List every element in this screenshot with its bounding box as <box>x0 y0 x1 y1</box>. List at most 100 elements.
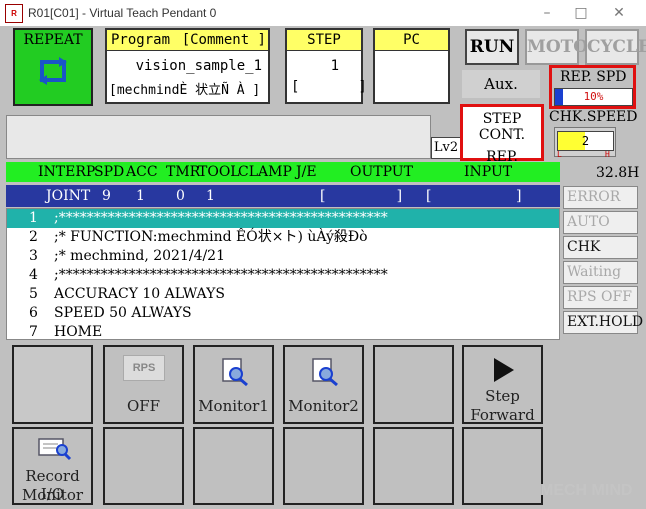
line-number: 7 <box>29 324 38 340</box>
program-line[interactable]: 7 HOME <box>7 323 559 342</box>
fkey-blank-5[interactable] <box>283 427 364 505</box>
fkey-blank-6[interactable] <box>373 427 454 505</box>
step-forward-label-2: Forward <box>470 406 535 424</box>
cycle-button[interactable]: CYCLE <box>585 29 646 65</box>
program-line[interactable]: 3 ;* mechmind, 2021/4/21 <box>7 247 559 266</box>
status-row: JOINT 9 1 0 1 [ ] [ ] <box>6 185 560 207</box>
error-button[interactable]: ERROR <box>563 186 638 209</box>
je-header: J/E <box>296 164 317 180</box>
rps-off-button[interactable]: RPS OFF <box>563 286 638 309</box>
line-number: 3 <box>29 248 38 264</box>
chk-speed-low: L <box>557 150 562 159</box>
record-io-monitor-key[interactable]: Record I/O Monitor <box>12 427 93 505</box>
step-bracket: [ ] <box>291 79 367 95</box>
monitor1-key[interactable]: Monitor1 <box>193 345 274 424</box>
ext-hold-button[interactable]: EXT.HOLD <box>563 311 643 334</box>
fkey-blank-2[interactable] <box>373 345 454 424</box>
time-value: 32.8H <box>596 165 640 181</box>
program-line[interactable]: 1 ;**************************************… <box>7 209 559 228</box>
line-number: 2 <box>29 229 38 245</box>
rep-spd-value: 10% <box>583 90 604 103</box>
monitor2-key[interactable]: Monitor2 <box>283 345 364 424</box>
play-icon <box>494 358 514 382</box>
record-io-monitor-icon <box>38 438 72 461</box>
fkey-blank-3[interactable] <box>103 427 184 505</box>
tool-header: TOOL <box>198 164 240 180</box>
step-forward-key[interactable]: Step Forward <box>462 345 543 424</box>
program-line[interactable]: 2 ;* FUNCTION:mechmind ÊÓ状×ト) ùÀý殺Ðò <box>7 228 559 247</box>
step-cont-panel[interactable]: STEP CONT. REP. ONCE <box>460 104 544 181</box>
auto-button[interactable]: AUTO <box>563 211 638 234</box>
rep-spd-panel[interactable]: REP. SPD 10% <box>549 65 636 109</box>
monitor-magnifier-icon <box>222 358 248 387</box>
step-forward-label-1: Step <box>485 387 520 405</box>
record-io-label-2: Monitor <box>21 486 84 504</box>
repeat-label: REPEAT <box>23 32 83 48</box>
maximize-button[interactable]: □ <box>566 3 596 23</box>
monitor-magnifier-icon <box>312 358 338 387</box>
rep-spd-bar: 10% <box>554 88 633 106</box>
tool-value: 1 <box>206 188 215 204</box>
tmr-value: 0 <box>176 188 185 204</box>
line-text: HOME <box>54 324 103 340</box>
program-header-label: Program <box>111 32 171 48</box>
chk-speed-high: H <box>605 150 610 159</box>
close-button[interactable]: ✕ <box>604 3 634 23</box>
output-value: [ ] <box>320 188 403 204</box>
program-panel[interactable]: Program [Comment ] vision_sample_1 [mech… <box>105 28 270 104</box>
window-title: R01[C01] - Virtual Teach Pendant 0 <box>28 6 217 20</box>
step-cont-label: STEP CONT. <box>478 111 526 143</box>
program-line[interactable]: 4 ;**************************************… <box>7 266 559 285</box>
line-number: 5 <box>29 286 38 302</box>
minimize-button[interactable]: – <box>532 3 562 23</box>
line-number: 1 <box>29 210 38 226</box>
chk-once-button[interactable]: CHK once <box>563 236 638 276</box>
aux-button[interactable]: Aux. <box>462 70 540 98</box>
line-text: ;* FUNCTION:mechmind ÊÓ状×ト) ùÀý殺Ðò <box>54 229 368 245</box>
line-text: SPEED 50 ALWAYS <box>54 305 192 321</box>
line-number: 6 <box>29 305 38 321</box>
rps-off-label: OFF <box>126 397 161 415</box>
program-header: Program [Comment ] <box>107 30 268 51</box>
clamp-header: CLAMP <box>238 164 292 180</box>
status-header: INTERP SPD ACC TMR TOOL CLAMP J/E OUTPUT… <box>6 162 560 182</box>
line-text: ;***************************************… <box>54 210 388 226</box>
line-number: 4 <box>29 267 38 283</box>
monitor2-label: Monitor2 <box>288 397 359 415</box>
line-text: ;* mechmind, 2021/4/21 <box>54 248 226 264</box>
program-name: vision_sample_1 <box>135 58 262 74</box>
chk-speed-label: CHK.SPEED <box>549 109 638 125</box>
pc-panel[interactable]: PC <box>373 28 450 104</box>
rps-off-key[interactable]: RPS OFF <box>103 345 184 424</box>
chk-speed-gauge[interactable]: 2 L H <box>554 127 616 159</box>
line-text: ACCURACY 10 ALWAYS <box>54 286 225 302</box>
waiting-button[interactable]: Waiting <box>563 261 638 284</box>
fkey-blank-7[interactable] <box>462 427 543 505</box>
fkey-blank-4[interactable] <box>193 427 274 505</box>
cycle-arrows-icon <box>39 57 67 85</box>
program-listing[interactable]: 1 ;**************************************… <box>6 208 560 340</box>
watermark-logo: MECH MIND <box>540 482 633 499</box>
rps-icon: RPS <box>123 355 165 381</box>
step-header: STEP <box>287 30 361 51</box>
step-panel[interactable]: STEP 1 [ ] <box>285 28 367 104</box>
level-indicator: Lv2 <box>431 137 461 159</box>
interp-header: INTERP <box>38 164 96 180</box>
robot-app-icon: R <box>5 4 23 23</box>
output-header: OUTPUT <box>350 164 413 180</box>
run-button[interactable]: RUN <box>465 29 519 65</box>
step-value: 1 <box>330 58 339 74</box>
motor-button[interactable]: MOTOR <box>525 29 602 65</box>
comment-header-label: [Comment ] <box>181 32 266 48</box>
tmr-header: TMR <box>166 164 201 180</box>
line-text: ;***************************************… <box>54 267 388 283</box>
program-line[interactable]: 5 ACCURACY 10 ALWAYS <box>7 285 559 304</box>
repeat-mode-button[interactable]: REPEAT <box>13 28 93 106</box>
program-line[interactable]: 6 SPEED 50 ALWAYS <box>7 304 559 323</box>
acc-header: ACC <box>126 164 158 180</box>
input-value: [ ] <box>426 188 522 204</box>
input-header: INPUT <box>464 164 513 180</box>
fkey-blank-1[interactable] <box>12 345 93 424</box>
program-comment: [mechmindÈ 状立Ñ À ] <box>109 83 261 98</box>
interp-value: JOINT <box>46 188 91 204</box>
